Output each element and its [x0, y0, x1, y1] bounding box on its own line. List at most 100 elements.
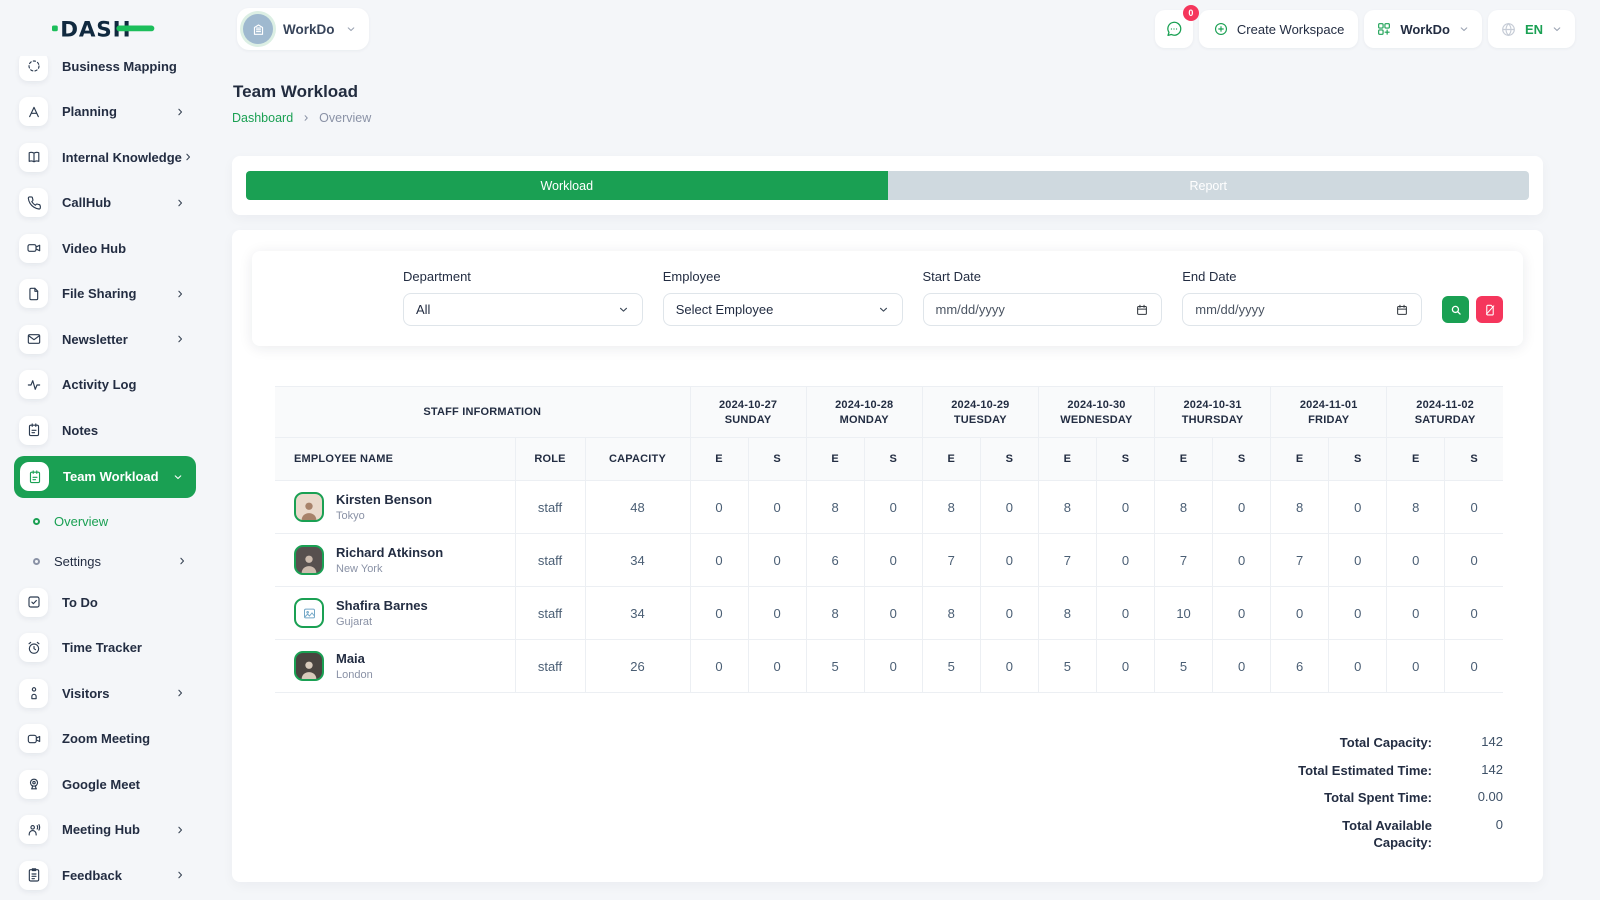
workspace-name: WorkDo: [283, 22, 335, 37]
create-workspace-button[interactable]: Create Workspace: [1199, 10, 1358, 48]
search-icon: [1449, 303, 1463, 317]
sidebar-item-activity-log[interactable]: Activity Log: [19, 365, 196, 405]
employee-name: Richard Atkinson: [336, 545, 443, 560]
main-area: WorkDo 0 Create Workspace WorkDo: [232, 0, 1600, 900]
spent-hours-cell: 0: [1445, 587, 1503, 640]
spent-hours-cell: 0: [748, 534, 806, 587]
chevron-right-icon: [174, 687, 186, 699]
workload-card: Department All Employee Select Employee: [232, 230, 1543, 882]
sidebar-item-notes[interactable]: Notes: [19, 410, 196, 450]
sidebar-item-visitors[interactable]: Visitors: [19, 673, 196, 713]
total-value: 142: [1432, 734, 1503, 752]
visitors-icon: [19, 679, 48, 708]
topbar: WorkDo 0 Create Workspace WorkDo: [232, 0, 1600, 58]
chat-icon: [1165, 20, 1183, 38]
notes-icon: [19, 416, 48, 445]
language-selector[interactable]: EN: [1488, 10, 1575, 48]
sidebar-item-label: Team Workload: [63, 469, 172, 484]
filter-actions: [1442, 296, 1503, 323]
total-row: Total Spent Time:0.00: [1282, 789, 1503, 807]
sidebar-item-label: Activity Log: [62, 377, 186, 392]
bullet-icon: [33, 518, 40, 525]
employee-name-header: EMPLOYEE NAME: [275, 438, 515, 481]
sidebar-subitem-overview[interactable]: Overview: [33, 502, 188, 540]
sidebar-item-feedback[interactable]: Feedback: [19, 855, 196, 895]
employee-avatar: [294, 651, 324, 681]
total-row: Total Estimated Time:142: [1282, 762, 1503, 780]
day-column-header: 2024-10-27SUNDAY: [690, 387, 806, 438]
sidebar-item-label: File Sharing: [62, 286, 174, 301]
subcolumn-header-s: S: [1213, 438, 1271, 481]
sidebar-item-zoom-meeting[interactable]: Zoom Meeting: [19, 719, 196, 759]
language-label: EN: [1525, 22, 1543, 37]
start-date-input[interactable]: mm/dd/yyyy: [923, 293, 1163, 326]
video-hub-icon: [19, 234, 48, 263]
table-row: MaiaLondonstaff2600505050506000: [275, 640, 1503, 693]
subcolumn-header-e: E: [1038, 438, 1096, 481]
chevron-right-icon: [174, 824, 186, 836]
breadcrumb-dashboard-link[interactable]: Dashboard: [232, 111, 293, 125]
chevron-right-icon: [174, 288, 186, 300]
employee-location: Gujarat: [336, 616, 428, 628]
end-date-input[interactable]: mm/dd/yyyy: [1182, 293, 1422, 326]
spent-hours-cell: 0: [1329, 481, 1387, 534]
team-workload-icon: [20, 462, 49, 491]
department-select[interactable]: All: [403, 293, 643, 326]
sidebar-item-label: CallHub: [62, 195, 174, 210]
messages-button[interactable]: 0: [1155, 10, 1193, 48]
workspace-menu-button[interactable]: WorkDo: [1364, 10, 1482, 48]
sidebar-subitem-label: Settings: [54, 554, 101, 569]
zoom-meeting-icon: [19, 724, 48, 753]
end-date-label: End Date: [1182, 269, 1422, 284]
message-count-badge: 0: [1183, 5, 1199, 21]
employee-select[interactable]: Select Employee: [663, 293, 903, 326]
chevron-right-icon: [182, 151, 194, 163]
sidebar-item-label: Time Tracker: [62, 640, 186, 655]
spent-hours-cell: 0: [980, 640, 1038, 693]
page-content: Team Workload Dashboard Overview Workloa…: [232, 82, 1543, 882]
tab-workload[interactable]: Workload: [246, 171, 888, 200]
sidebar-item-internal-knowledge[interactable]: Internal Knowledge: [19, 137, 196, 177]
spent-hours-cell: 0: [1445, 481, 1503, 534]
workspace-menu-label: WorkDo: [1400, 22, 1450, 37]
sidebar-item-team-workload[interactable]: Team Workload: [14, 456, 196, 498]
app-logo[interactable]: DASH: [0, 0, 232, 56]
sidebar: DASH Business MappingPlanningInternal Kn…: [0, 0, 232, 900]
estimated-hours-cell: 0: [690, 481, 748, 534]
sidebar-subitem-settings[interactable]: Settings: [33, 542, 188, 580]
table-row: Kirsten BensonTokyostaff4800808080808080: [275, 481, 1503, 534]
sidebar-item-planning[interactable]: Planning: [19, 92, 196, 132]
sidebar-item-label: Planning: [62, 104, 174, 119]
sidebar-item-callhub[interactable]: CallHub: [19, 183, 196, 223]
spent-hours-cell: 0: [864, 534, 922, 587]
tab-report[interactable]: Report: [888, 171, 1530, 200]
reset-filter-button[interactable]: [1476, 296, 1503, 323]
role-cell: staff: [515, 481, 585, 534]
search-button[interactable]: [1442, 296, 1469, 323]
sidebar-item-file-sharing[interactable]: File Sharing: [19, 274, 196, 314]
spent-hours-cell: 0: [1213, 587, 1271, 640]
sidebar-item-label: Google Meet: [62, 777, 186, 792]
sidebar-item-label: Feedback: [62, 868, 174, 883]
newsletter-icon: [19, 325, 48, 354]
sidebar-item-google-meet[interactable]: Google Meet: [19, 764, 196, 804]
estimated-hours-cell: 8: [1271, 481, 1329, 534]
sidebar-item-newsletter[interactable]: Newsletter: [19, 319, 196, 359]
sidebar-menu: Business MappingPlanningInternal Knowled…: [0, 46, 232, 900]
spent-hours-cell: 0: [980, 481, 1038, 534]
estimated-hours-cell: 0: [690, 534, 748, 587]
workspace-selector[interactable]: WorkDo: [237, 8, 369, 50]
sidebar-item-video-hub[interactable]: Video Hub: [19, 228, 196, 268]
app-root: DASH Business MappingPlanningInternal Kn…: [0, 0, 1600, 900]
sidebar-item-to-do[interactable]: To Do: [19, 582, 196, 622]
spent-hours-cell: 0: [1096, 640, 1154, 693]
estimated-hours-cell: 5: [806, 640, 864, 693]
sidebar-item-time-tracker[interactable]: Time Tracker: [19, 628, 196, 668]
sidebar-item-meeting-hub[interactable]: Meeting Hub: [19, 810, 196, 850]
start-date-label: Start Date: [923, 269, 1163, 284]
dash-logo-graphic: DASH: [52, 13, 156, 43]
department-label: Department: [403, 269, 643, 284]
spent-hours-cell: 0: [980, 534, 1038, 587]
day-column-header: 2024-10-30WEDNESDAY: [1038, 387, 1154, 438]
capacity-cell: 34: [585, 587, 690, 640]
